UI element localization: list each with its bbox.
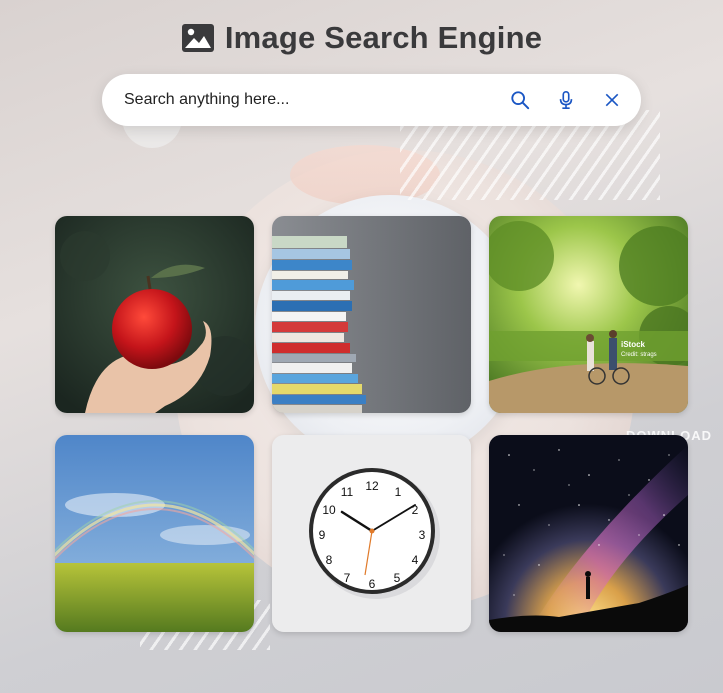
search-icon[interactable] [509,89,531,111]
clock-numeral-6: 6 [369,577,376,591]
result-image-clock[interactable]: 12 1 2 3 4 5 6 7 8 9 10 11 [272,435,471,632]
image-icon [181,23,215,53]
search-input[interactable] [124,74,509,126]
result-image-books[interactable] [272,216,471,413]
clock-numeral-5: 5 [394,571,401,585]
clock-numeral-8: 8 [326,553,333,567]
result-image-apple[interactable] [55,216,254,413]
result-image-forest-path[interactable]: iStock Credit: strags [489,216,688,413]
clock-numeral-9: 9 [319,528,326,542]
clock-numeral-7: 7 [344,571,351,585]
page-title: Image Search Engine [224,20,543,55]
clock-numeral-4: 4 [412,553,419,567]
close-icon[interactable] [601,89,623,111]
clock-numeral-3: 3 [419,528,426,542]
clock-numeral-12: 12 [365,479,379,493]
clock-numeral-11: 11 [341,485,354,499]
page-header: Image Search Engine [0,18,723,58]
clock-numeral-10: 10 [322,503,336,517]
result-image-rainbow[interactable] [55,435,254,632]
watermark-istock: iStock [621,340,646,349]
clock-numeral-1: 1 [395,485,402,499]
result-image-milky-way[interactable] [489,435,688,632]
microphone-icon[interactable] [555,89,577,111]
search-bar [102,74,641,126]
watermark-credit: Credit: strags [621,352,657,358]
